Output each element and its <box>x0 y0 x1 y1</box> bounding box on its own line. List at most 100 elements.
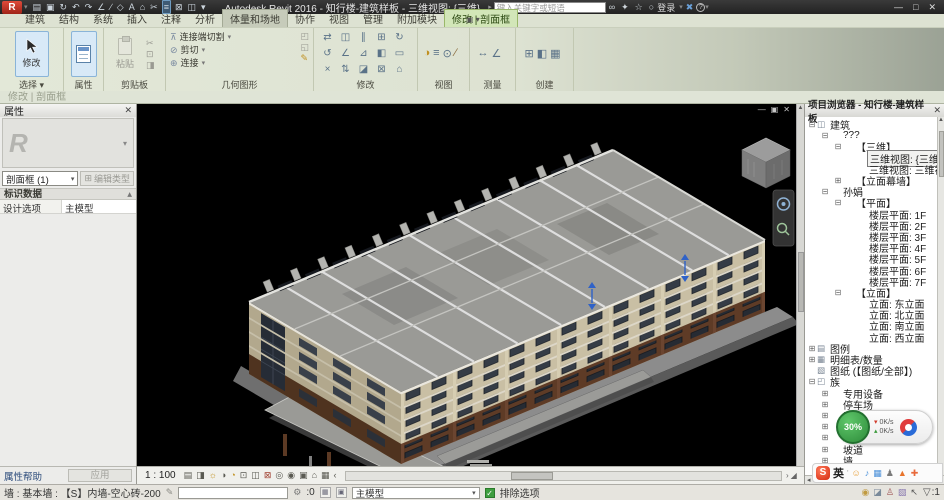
edit-type-button[interactable]: ⊞ 编辑类型 <box>80 171 134 186</box>
minimize-button[interactable]: — <box>894 2 903 13</box>
create-tool-icon[interactable]: ▦ <box>550 47 560 60</box>
geometry-row-button[interactable]: ⊘ 剪切▾ <box>170 44 231 57</box>
modify-button[interactable]: 修改 <box>15 31 49 77</box>
create-tool-icon[interactable]: ◧ <box>537 47 547 60</box>
view-control-icon[interactable]: ⊠ <box>264 470 272 481</box>
tree-expand-icon[interactable]: ⊟ <box>807 377 817 386</box>
tree-expand-icon[interactable]: ⊟ <box>807 120 817 129</box>
ime-mode[interactable]: 英 <box>833 465 844 481</box>
view-scale[interactable]: 1 : 100 <box>137 470 184 481</box>
panel-label-modify[interactable]: 修改 <box>314 79 417 91</box>
ribbon-tab[interactable]: 管理 <box>356 10 390 27</box>
tree-expand-icon[interactable]: ⊞ <box>820 400 830 409</box>
tree-expand-icon[interactable]: ⊞ <box>820 433 830 442</box>
accelerator-widget[interactable]: 30% 0K/s 0K/s <box>839 410 933 444</box>
ribbon-tab[interactable]: 注释 <box>154 10 188 27</box>
properties-close-icon[interactable]: ✕ <box>124 105 132 116</box>
view-restore-icon[interactable]: ▣ <box>771 105 779 114</box>
design-option-combo[interactable]: 主模型▾ <box>352 487 480 499</box>
modify-tool-icon[interactable]: × <box>320 63 336 77</box>
ribbon-tab[interactable]: 系统 <box>86 10 120 27</box>
panel-label-view[interactable]: 视图 <box>418 79 469 91</box>
tree-item[interactable]: ⊞ 坡道 <box>805 443 944 454</box>
copy-icon[interactable]: ⊡ <box>146 49 155 59</box>
ribbon-display-toggle-icon[interactable]: ▣ ▾ <box>466 15 480 24</box>
ime-keyboard-icon[interactable]: ▦ <box>873 468 882 479</box>
navigation-bar[interactable] <box>773 190 794 246</box>
exchange-apps-icon[interactable]: ✖ <box>686 2 694 13</box>
property-value[interactable]: 主模型 <box>62 200 136 213</box>
panel-label-clipboard[interactable]: 剪贴板 <box>104 79 165 91</box>
exclude-options-checkbox[interactable]: ✓ <box>485 488 495 498</box>
resize-grip[interactable]: ◢ <box>791 471 797 480</box>
modify-tool-icon[interactable]: ⊿ <box>356 47 372 61</box>
panel-label-properties[interactable]: 属性 <box>64 79 103 91</box>
section-collapse-icon[interactable]: ▴ <box>127 189 132 199</box>
boost-ball-icon[interactable] <box>900 419 917 436</box>
modify-tool-icon[interactable]: ⌂ <box>392 63 408 77</box>
ime-person-icon[interactable]: ♟ <box>886 468 894 479</box>
ribbon-tab[interactable]: 结构 <box>52 10 86 27</box>
measure-tool-icon[interactable]: ∠ <box>492 47 502 60</box>
measure-tool-icon[interactable]: ↔ <box>478 47 489 60</box>
panel-label-create[interactable]: 创建 <box>516 79 573 91</box>
modify-tool-icon[interactable]: ∥ <box>356 31 372 45</box>
gray-inactive-toggle[interactable]: ▣ <box>336 487 347 498</box>
view-control-icon[interactable]: ▣ <box>299 470 308 481</box>
maximize-button[interactable]: □ <box>913 2 918 13</box>
sign-in-link[interactable]: 登录 <box>657 1 675 14</box>
ime-toolbar[interactable]: S 英 ' ☺♪▦♟▲✚ <box>812 463 943 483</box>
drawing-area[interactable]: — ▣ ✕ ▲ 1 : 100 ▤◨☼◑◔⊡◫⊠◎◉▣⌂▦‹ › ◢ <box>137 104 804 484</box>
tree-expand-icon[interactable]: ⊟ <box>820 187 830 196</box>
building-3d-model[interactable] <box>137 104 796 466</box>
preview-caret-icon[interactable]: ▾ <box>123 139 127 148</box>
tree-expand-icon[interactable]: ⊟ <box>833 288 843 297</box>
view-close-icon[interactable]: ✕ <box>783 105 790 114</box>
paste-button[interactable]: 粘贴 <box>108 31 142 77</box>
view-minimize-icon[interactable]: — <box>758 105 766 114</box>
tree-item-label[interactable]: 族 <box>828 374 842 389</box>
modify-tool-icon[interactable]: ◧ <box>374 47 390 61</box>
filter-icon[interactable]: ▽ <box>923 487 931 498</box>
tree-expand-icon[interactable]: ⊞ <box>820 411 830 420</box>
modify-tool-icon[interactable]: ∠ <box>338 47 354 61</box>
tree-expand-icon[interactable]: ⊞ <box>820 389 830 398</box>
ribbon-tab[interactable]: 修改 | 剖面框 <box>444 9 518 27</box>
view-control-icon[interactable]: ⌂ <box>312 470 317 481</box>
geometry-row-button[interactable]: ⊼ 连接端切割▾ <box>170 31 231 44</box>
modify-tool-icon[interactable]: ◪ <box>356 63 372 77</box>
panel-label-select[interactable]: 选择 ▾ <box>0 79 63 91</box>
tree-expand-icon[interactable]: ⊟ <box>833 198 843 207</box>
selection-toggle-icon[interactable]: ↖ <box>910 487 918 498</box>
viewport-horizontal-scrollbar[interactable] <box>345 471 782 481</box>
editable-only-toggle[interactable]: ▦ <box>320 487 331 498</box>
ribbon-tab[interactable]: 体量和场地 <box>222 9 288 27</box>
panel-label-measure[interactable]: 测量 <box>470 79 515 91</box>
tree-expand-icon[interactable]: ⊞ <box>807 344 817 353</box>
help-caret-icon[interactable]: ▾ <box>705 3 709 11</box>
selection-toggle-icon[interactable]: ♙ <box>886 487 894 498</box>
view-tool-icon[interactable]: ∕ <box>455 47 457 60</box>
type-preview[interactable]: R ▾ <box>2 118 134 168</box>
ribbon-tab[interactable]: 建筑 <box>18 10 52 27</box>
modify-tool-icon[interactable]: ↺ <box>320 47 336 61</box>
view-control-icon[interactable]: ‹ <box>334 470 337 481</box>
favorites-star-icon[interactable]: ☆ <box>635 2 643 13</box>
close-button[interactable]: ✕ <box>928 2 936 13</box>
scroll-right-icon[interactable]: › <box>786 471 789 480</box>
modify-tool-icon[interactable]: ▭ <box>392 47 408 61</box>
view-tool-icon[interactable]: ◑ <box>424 47 431 60</box>
modify-tool-icon[interactable]: ⇄ <box>320 31 336 45</box>
ribbon-tab[interactable]: 视图 <box>322 10 356 27</box>
type-selector[interactable]: 剖面框 (1)▾ <box>2 171 78 186</box>
view-control-icon[interactable]: ◨ <box>196 470 205 481</box>
modify-tool-icon[interactable]: ⊠ <box>374 63 390 77</box>
ime-toolbox-icon[interactable]: ✚ <box>911 468 919 479</box>
cut-icon[interactable]: ✂ <box>146 38 155 48</box>
view-control-icon[interactable]: ◉ <box>287 470 295 481</box>
memory-percent-ball[interactable]: 30% <box>836 410 870 444</box>
match-type-icon[interactable]: ◨ <box>146 60 155 70</box>
signin-caret-icon[interactable]: ▾ <box>679 3 683 11</box>
tree-item[interactable]: 立面: 西立面 <box>805 332 944 343</box>
properties-button[interactable] <box>71 31 97 77</box>
